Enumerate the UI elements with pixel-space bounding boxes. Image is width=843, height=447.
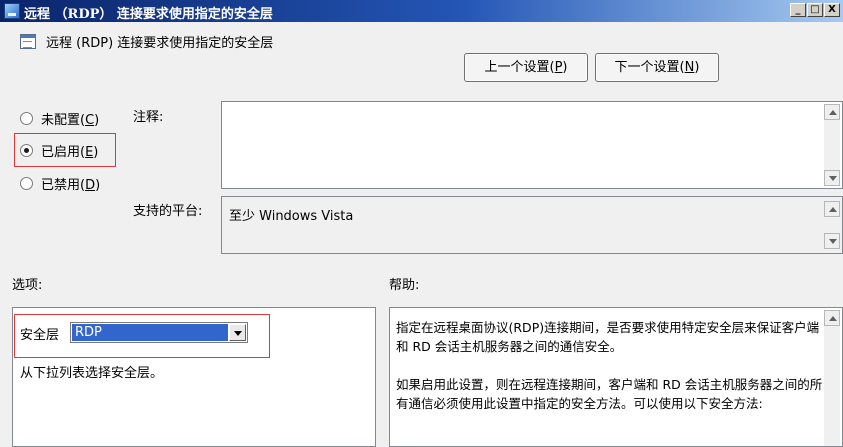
scroll-up-icon[interactable] <box>824 104 840 120</box>
scroll-up-icon[interactable] <box>824 310 840 326</box>
scroll-down-icon[interactable] <box>824 233 840 249</box>
platform-scrollbar[interactable] <box>824 199 840 251</box>
platform-field: 至少 Windows Vista <box>221 196 843 254</box>
window-title: 远程 （RDP） 连接要求使用指定的安全层 <box>24 7 273 22</box>
policy-title: 远程 (RDP) 连接要求使用指定的安全层 <box>46 36 274 51</box>
minimize-button[interactable]: _ <box>790 3 806 17</box>
next-setting-accesskey: N <box>684 60 695 75</box>
platform-label: 支持的平台: <box>133 204 203 219</box>
maximize-button[interactable]: □ <box>807 3 823 17</box>
next-setting-label: 下一个设置( <box>614 60 685 75</box>
policy-icon <box>20 34 36 49</box>
radio-accesskey: D <box>85 178 96 193</box>
comment-label: 注释: <box>133 110 164 125</box>
radio-circle[interactable] <box>20 177 33 190</box>
help-label: 帮助: <box>389 278 420 293</box>
close-button[interactable]: X <box>824 3 840 17</box>
comment-scrollbar[interactable] <box>824 104 840 186</box>
help-paragraph: 指定在远程桌面协议(RDP)连接期间，是否要求使用特定安全层来保证客户端和 RD… <box>396 320 820 354</box>
comment-textarea[interactable] <box>221 101 843 189</box>
next-setting-label-end: ) <box>694 60 700 75</box>
radio-label-end: ) <box>94 113 100 128</box>
radio-label-end: ) <box>95 178 101 193</box>
radio-disabled[interactable]: 已禁用(D) <box>20 174 100 193</box>
help-paragraph: 如果启用此设置，则在远程连接期间，客户端和 RD 会话主机服务器之间的所有通信必… <box>396 377 823 411</box>
radio-circle[interactable] <box>20 112 33 125</box>
next-setting-button[interactable]: 下一个设置(N) <box>595 53 719 82</box>
app-icon <box>4 3 20 19</box>
radio-label: 已禁用( <box>41 178 86 193</box>
highlight-box-security-layer <box>14 314 270 358</box>
radio-accesskey: C <box>85 113 95 128</box>
previous-setting-label: 上一个设置( <box>484 60 555 75</box>
title-bar[interactable]: 远程 （RDP） 连接要求使用指定的安全层 _ □ X <box>0 0 843 22</box>
highlight-box-enabled <box>14 133 116 167</box>
previous-setting-label-end: ) <box>562 60 568 75</box>
scroll-down-icon[interactable] <box>824 170 840 186</box>
radio-label: 未配置( <box>41 113 86 128</box>
help-text: 指定在远程桌面协议(RDP)连接期间，是否要求使用特定安全层来保证客户端和 RD… <box>396 318 824 432</box>
scroll-up-icon[interactable] <box>824 201 840 217</box>
options-hint: 从下拉列表选择安全层。 <box>20 366 164 381</box>
options-label: 选项: <box>12 278 43 293</box>
help-scrollbar[interactable] <box>824 310 840 446</box>
radio-not-configured[interactable]: 未配置(C) <box>20 109 99 128</box>
previous-setting-button[interactable]: 上一个设置(P) <box>464 53 588 82</box>
platform-value: 至少 Windows Vista <box>229 209 354 224</box>
